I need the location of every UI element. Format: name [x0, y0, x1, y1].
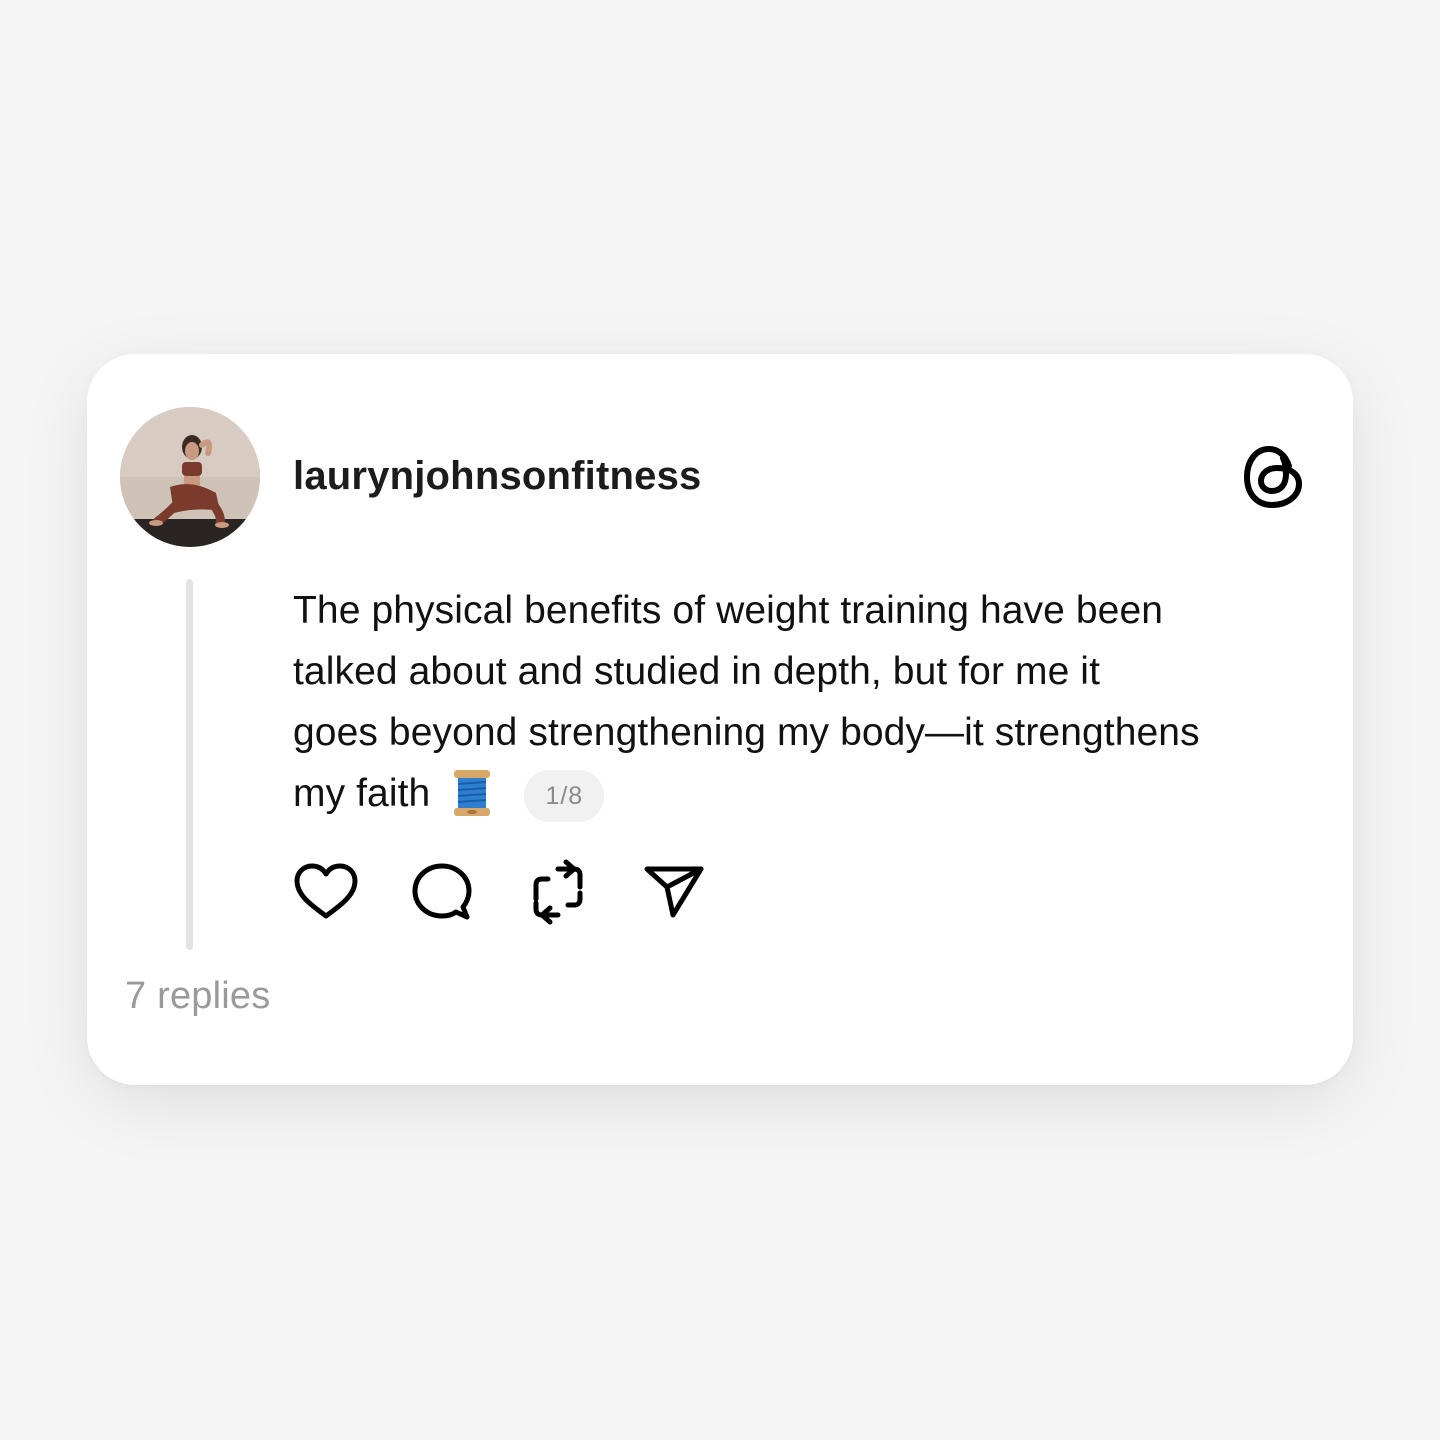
post-text-line: my faith: [293, 772, 431, 815]
heart-icon: [294, 863, 358, 919]
reply-button[interactable]: [409, 859, 475, 925]
post-card: laurynjohnsonfitness The physical benefi…: [87, 354, 1353, 1085]
post-text-line-last: my faith 1/8: [293, 763, 1333, 824]
share-button[interactable]: [641, 859, 707, 925]
threads-logo-icon[interactable]: [1241, 442, 1307, 512]
share-icon: [644, 866, 704, 918]
repost-icon: [533, 859, 583, 925]
replies-count-link[interactable]: 7 replies: [125, 972, 270, 1020]
comment-icon: [412, 863, 472, 920]
like-button[interactable]: [293, 859, 359, 925]
spool-of-thread-emoji: [450, 768, 494, 818]
post-text-line: goes beyond strengthening my body—it str…: [293, 711, 1200, 754]
post-text-line: The physical benefits of weight training…: [293, 589, 1164, 632]
repost-button[interactable]: [525, 859, 591, 925]
avatar[interactable]: [120, 407, 260, 547]
page-background: laurynjohnsonfitness The physical benefi…: [0, 0, 1440, 1440]
profile-photo: [120, 407, 260, 547]
thread-line: [186, 579, 193, 950]
post-text: The physical benefits of weight training…: [293, 580, 1333, 824]
post-text-line: talked about and studied in depth, but f…: [293, 650, 1101, 693]
thread-counter-badge: 1/8: [524, 770, 605, 822]
username[interactable]: laurynjohnsonfitness: [293, 452, 702, 500]
